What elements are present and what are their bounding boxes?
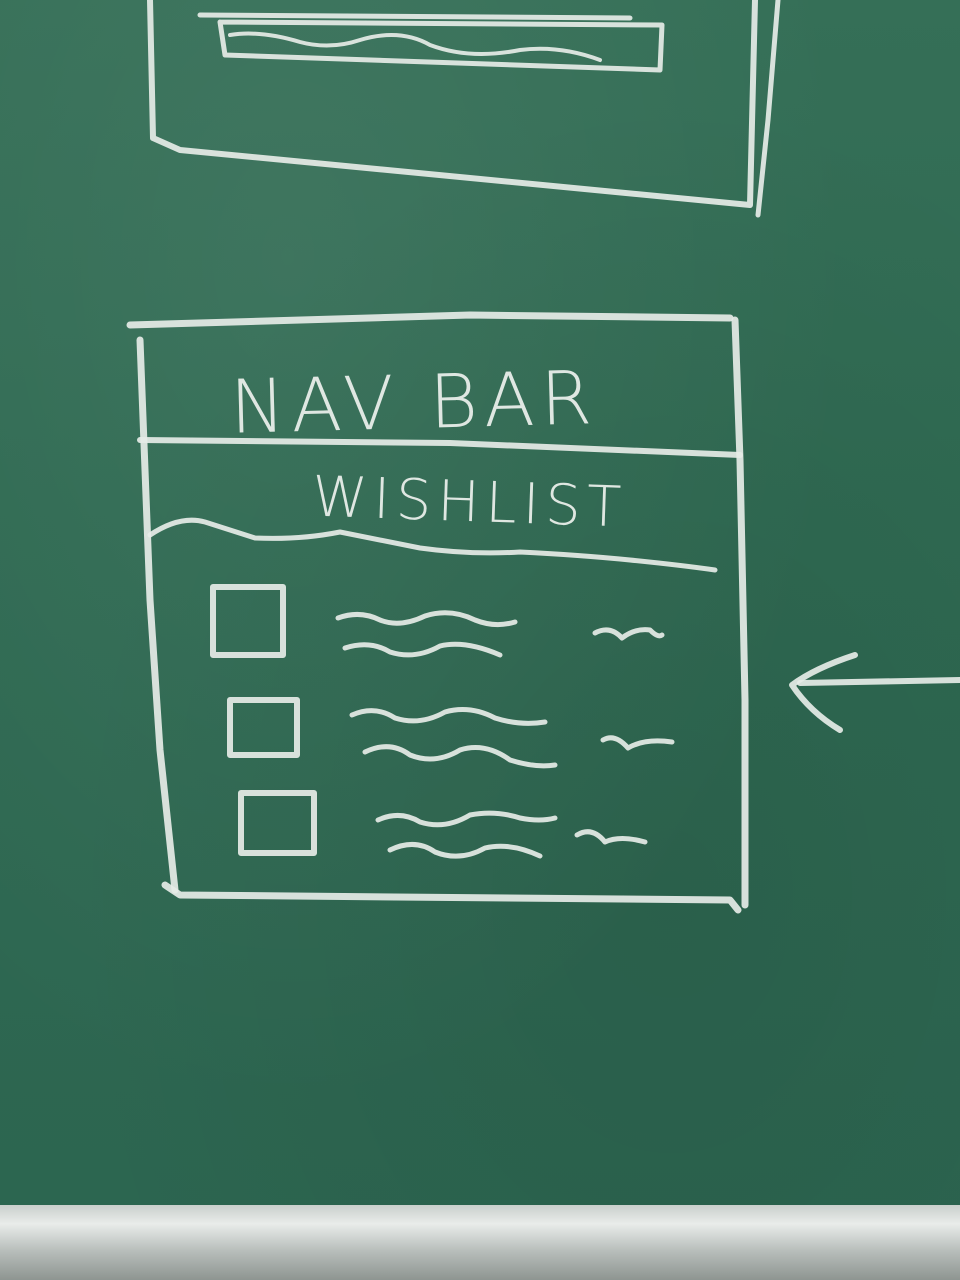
item-3-text-line-2 — [387, 842, 543, 859]
item-3-text-line-1 — [375, 810, 558, 828]
item-3-checkbox-icon — [238, 790, 317, 856]
item-2-text-line-2 — [362, 744, 558, 769]
chalk-sketch — [126, 0, 960, 914]
item-1-price-scribble — [592, 627, 665, 641]
arrow-shaft — [797, 677, 960, 686]
previous-frame-right-edge — [755, 0, 781, 218]
item-2-text-line-1 — [349, 707, 548, 726]
arrow-head-icon — [789, 652, 858, 733]
previous-frame-box — [217, 19, 665, 73]
frame-top-edge — [126, 311, 734, 329]
frame-left-edge — [136, 336, 179, 894]
item-2-checkbox-icon — [227, 697, 300, 758]
item-1-text-line-1 — [335, 610, 518, 628]
previous-frame-outline — [147, 0, 758, 208]
wishlist-title: WISHLIST — [310, 464, 629, 541]
item-1-text-line-2 — [342, 641, 503, 658]
frame-right-edge — [731, 316, 749, 909]
item-3-price-scribble — [574, 829, 648, 845]
item-1-checkbox-icon — [210, 584, 286, 658]
chalkboard: NAV BAR WISHLIST — [0, 0, 960, 1280]
pointer-arrow — [789, 652, 960, 733]
previous-frame-line — [197, 12, 633, 21]
item-2-price-scribble — [600, 735, 675, 751]
previous-wireframe — [147, 0, 781, 218]
nav-bar-label: NAV BAR — [228, 355, 599, 451]
frame-bottom-edge — [161, 881, 742, 914]
chalk-tray — [0, 1205, 960, 1280]
